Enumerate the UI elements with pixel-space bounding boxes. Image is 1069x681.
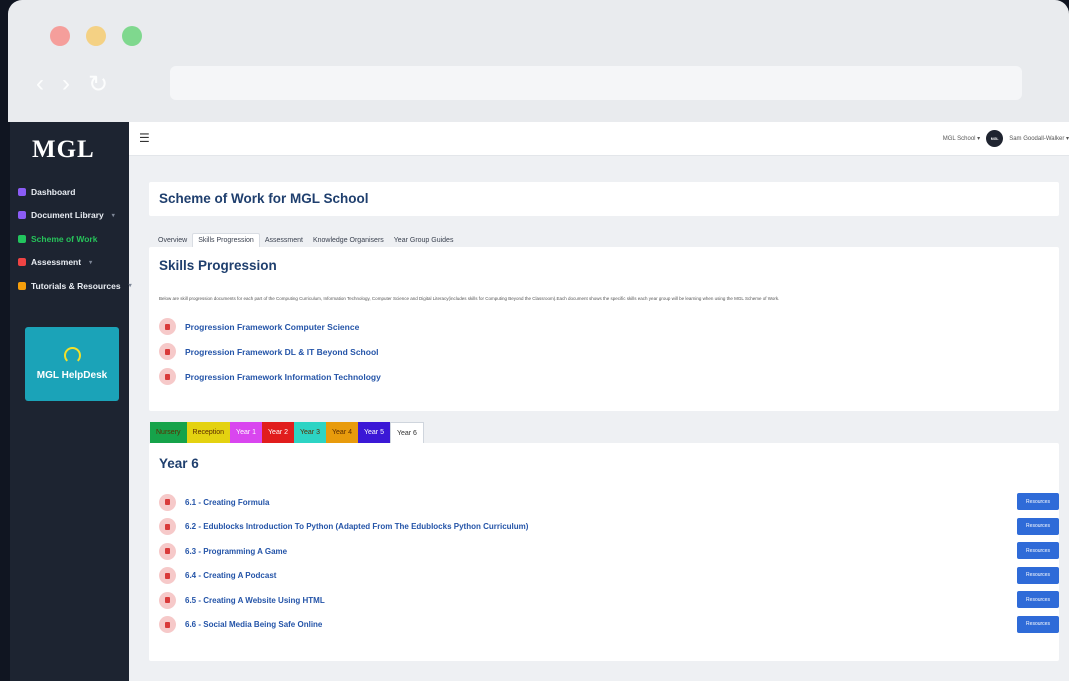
title-card: Scheme of Work for MGL School — [149, 182, 1059, 216]
page-tabs: Overview Skills Progression Assessment Know… — [153, 230, 458, 247]
resources-button[interactable]: Resources — [1017, 591, 1059, 608]
unit-link[interactable]: 6.5 - Creating A Website Using HTML — [185, 596, 325, 605]
sidebar-item-dashboard[interactable]: Dashboard — [18, 180, 129, 204]
unit-row: 6.6 - Social Media Being Safe Online Reso… — [159, 613, 1059, 638]
school-selector[interactable]: MGL School ▾ — [943, 135, 980, 142]
document-link[interactable]: Progression Framework DL & IT Beyond Sch… — [185, 347, 379, 357]
unit-row: 6.1 - Creating Formula Resources — [159, 490, 1059, 515]
helpdesk-label: MGL HelpDesk — [36, 370, 108, 381]
back-icon[interactable]: ‹ — [36, 70, 44, 99]
document-row: Progression Framework DL & IT Beyond Sch… — [159, 339, 381, 364]
forward-icon[interactable]: › — [62, 70, 70, 99]
unit-link[interactable]: 6.1 - Creating Formula — [185, 498, 269, 507]
sidebar-item-tutorials-resources[interactable]: Tutorials & Resources ▾ — [18, 274, 132, 298]
pdf-icon — [159, 567, 176, 585]
minimize-window-button[interactable] — [86, 26, 106, 46]
assessment-icon — [18, 258, 26, 267]
user-menu[interactable]: Sam Goodall-Walker ▾ — [1009, 135, 1069, 142]
unit-link[interactable]: 6.4 - Creating A Podcast — [185, 571, 276, 580]
skills-description: Below are skill progression documents fo… — [159, 296, 780, 301]
pdf-icon — [159, 518, 176, 536]
close-window-button[interactable] — [50, 26, 70, 46]
chevron-down-icon: ▾ — [89, 259, 93, 266]
document-link[interactable]: Progression Framework Information Techno… — [185, 372, 381, 382]
document-library-icon — [18, 211, 26, 220]
unit-row: 6.2 - Edublocks Introduction To Python (… — [159, 515, 1059, 540]
resources-button[interactable]: Resources — [1017, 615, 1059, 633]
topbar: ☰ MGL School ▾ MGL Sam Goodall-Walker ▾ — [129, 122, 1069, 156]
unit-row: 6.5 - Creating A Website Using HTML Resou… — [159, 588, 1059, 613]
pdf-icon — [159, 591, 176, 609]
headset-icon — [63, 347, 81, 364]
sidebar-item-label: Scheme of Work — [31, 233, 98, 244]
pdf-icon — [159, 343, 176, 360]
chevron-down-icon: ▾ — [111, 212, 115, 219]
app: MGL Dashboard Document Library ▾ Scheme of … — [10, 122, 1069, 681]
menu-icon[interactable]: ☰ — [139, 131, 150, 145]
scheme-icon — [18, 234, 26, 243]
resources-button[interactable]: Resources — [1017, 493, 1059, 510]
window-controls — [50, 26, 142, 46]
tab-assessment[interactable]: Assessment — [260, 234, 308, 247]
sidebar-item-label: Document Library — [31, 210, 104, 221]
year-tab-year-4[interactable]: Year 4 — [326, 422, 358, 443]
pdf-icon — [159, 368, 176, 385]
year-tab-nursery[interactable]: Nursery — [150, 422, 187, 443]
skills-card: Skills Progression Below are skill progr… — [149, 247, 1059, 411]
year-card: Year 6 6.1 - Creating Formula Resources 6.… — [149, 443, 1059, 661]
resources-button[interactable]: Resources — [1017, 566, 1059, 584]
pdf-icon — [159, 616, 176, 634]
user-area: MGL School ▾ MGL Sam Goodall-Walker ▾ — [943, 130, 1069, 147]
sidebar-item-label: Assessment — [31, 257, 82, 268]
tab-year-group-guides[interactable]: Year Group Guides — [389, 234, 459, 247]
resources-button[interactable]: Resources — [1017, 542, 1059, 559]
document-link[interactable]: Progression Framework Computer Science — [185, 322, 359, 332]
tutorials-icon — [18, 281, 26, 290]
sidebar-item-scheme-of-work[interactable]: Scheme of Work — [18, 227, 129, 251]
sidebar-item-document-library[interactable]: Document Library ▾ — [18, 204, 129, 228]
document-row: Progression Framework Information Techno… — [159, 364, 381, 389]
reload-icon[interactable]: ↻ — [88, 70, 108, 99]
year-tab-year-5[interactable]: Year 5 — [357, 422, 390, 443]
year-tabs: Nursery Reception Year 1 Year 2 Year 3 Year 4… — [150, 422, 424, 443]
maximize-window-button[interactable] — [122, 26, 142, 46]
sidebar-item-label: Tutorials & Resources — [31, 280, 121, 291]
document-row: Progression Framework Computer Science — [159, 314, 381, 339]
document-list: Progression Framework Computer Science Pr… — [159, 314, 381, 389]
unit-row: 6.4 - Creating A Podcast Resources — [159, 564, 1059, 589]
tab-skills-progression[interactable]: Skills Progression — [192, 233, 260, 247]
logo: MGL — [32, 136, 95, 163]
sidebar-item-label: Dashboard — [31, 186, 76, 197]
avatar[interactable]: MGL — [986, 130, 1004, 147]
sidebar: MGL Dashboard Document Library ▾ Scheme of … — [10, 122, 132, 681]
pdf-icon — [159, 493, 176, 511]
unit-list: 6.1 - Creating Formula Resources 6.2 - Edu… — [159, 490, 1059, 638]
page-title: Scheme of Work for MGL School — [159, 191, 369, 206]
year-tab-year-3[interactable]: Year 3 — [294, 422, 326, 443]
browser-chrome: ‹ › ↻ — [8, 0, 1069, 122]
pdf-icon — [159, 542, 176, 560]
year-tab-year-6[interactable]: Year 6 — [389, 422, 424, 443]
unit-link[interactable]: 6.2 - Edublocks Introduction To Python (… — [185, 522, 528, 531]
year-tab-year-2[interactable]: Year 2 — [262, 422, 295, 443]
tab-overview[interactable]: Overview — [153, 234, 192, 247]
resources-button[interactable]: Resources — [1017, 517, 1059, 535]
main-content: ☰ MGL School ▾ MGL Sam Goodall-Walker ▾ … — [129, 122, 1069, 681]
year-tab-year-1[interactable]: Year 1 — [230, 422, 263, 443]
unit-link[interactable]: 6.6 - Social Media Being Safe Online — [185, 620, 322, 629]
pdf-icon — [159, 318, 176, 335]
tab-knowledge-organisers[interactable]: Knowledge Organisers — [308, 234, 389, 247]
year-tab-reception[interactable]: Reception — [186, 422, 231, 443]
helpdesk-button[interactable]: MGL HelpDesk — [25, 327, 119, 401]
browser-nav: ‹ › ↻ — [36, 70, 108, 99]
unit-link[interactable]: 6.3 - Programming A Game — [185, 547, 287, 556]
dashboard-icon — [18, 187, 26, 196]
year-heading: Year 6 — [159, 456, 199, 471]
sidebar-item-assessment[interactable]: Assessment ▾ — [18, 251, 129, 275]
sidebar-nav: Dashboard Document Library ▾ Scheme of Work… — [18, 180, 132, 298]
unit-row: 6.3 - Programming A Game Resources — [159, 539, 1059, 564]
skills-heading: Skills Progression — [159, 258, 277, 273]
address-bar[interactable] — [170, 66, 1022, 100]
